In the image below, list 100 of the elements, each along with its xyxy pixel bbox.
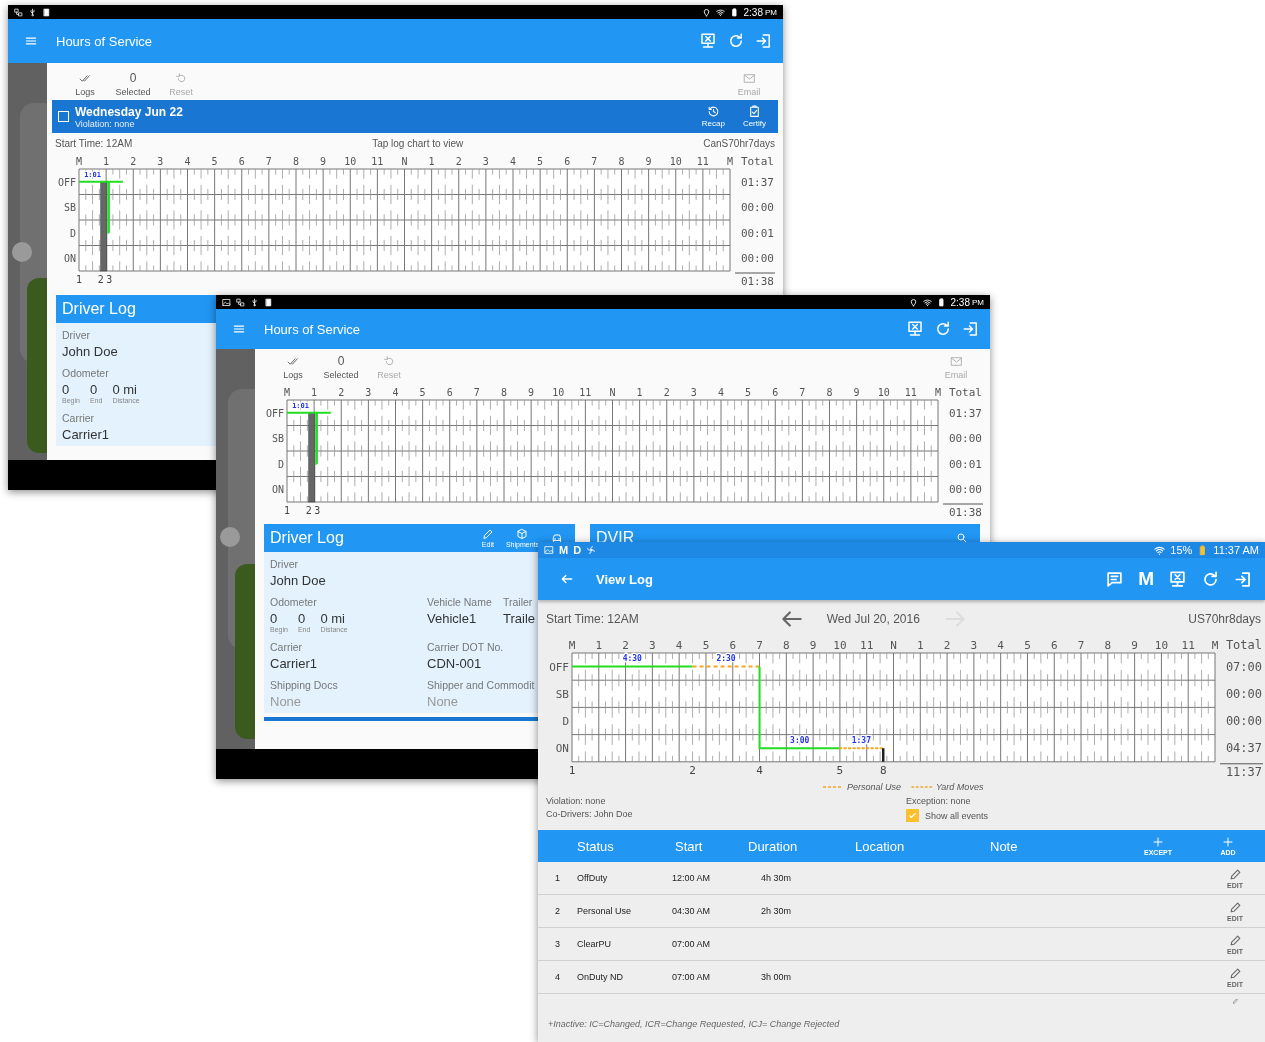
plus-icon	[1152, 836, 1164, 848]
log-grid[interactable]	[571, 652, 1216, 763]
logout-icon	[755, 32, 773, 50]
exception-text: Exception: none	[906, 796, 972, 806]
column-header: Status	[577, 838, 615, 854]
hour-label: 7	[756, 639, 763, 652]
time-meridiem: PM	[972, 297, 984, 307]
history-icon	[706, 105, 720, 118]
refresh-button[interactable]	[934, 320, 952, 338]
duty-status-label: D	[562, 715, 569, 728]
violation-text: Violation: none	[546, 796, 607, 806]
certify-button[interactable]: Certify	[736, 105, 772, 128]
status-letter: M	[559, 544, 569, 556]
hour-label: 5	[211, 156, 218, 167]
status-time: 11:37 AM	[1213, 544, 1259, 556]
hour-label: 2	[943, 639, 951, 652]
envelope-icon	[949, 355, 963, 368]
log-grid[interactable]	[286, 399, 939, 503]
hour-label: 9	[645, 156, 652, 167]
hour-label: M	[1211, 639, 1219, 652]
recap-button[interactable]: Recap	[695, 105, 731, 128]
log-grid[interactable]	[78, 168, 731, 272]
duty-total: 07:00	[1225, 659, 1262, 674]
hour-label: M	[284, 387, 290, 398]
log-day-title: Wednesday Jun 22	[75, 104, 183, 119]
hour-label: 8	[293, 156, 299, 167]
show-all-events-checkbox[interactable]: Show all events	[906, 809, 1265, 822]
log-date: Wed Jul 20, 2016	[826, 612, 920, 626]
field-label: Shipper and Commodit	[427, 679, 535, 691]
duty-status-label: OFF	[549, 660, 569, 674]
field-label: Odometer	[62, 367, 110, 379]
app-title: Hours of Service	[264, 321, 361, 337]
status-time: 2:38	[950, 296, 970, 308]
menu-button[interactable]	[232, 322, 246, 336]
refresh-button[interactable]	[727, 32, 745, 50]
logout-button[interactable]	[1234, 569, 1253, 589]
ruleset-text: US70hr8days	[1188, 612, 1261, 626]
row-number: 2	[554, 906, 561, 916]
duty-total: 01:37	[948, 406, 982, 420]
duty-total: 00:01	[740, 226, 774, 240]
hour-label: 6	[1050, 639, 1058, 652]
segment-duration: 1:37	[851, 735, 871, 745]
duration-cell-text: 4h 30m	[761, 873, 793, 883]
logout-button[interactable]	[962, 320, 980, 338]
hour-label: 1	[636, 387, 643, 398]
status-letter: D	[573, 544, 582, 556]
selected-count-button[interactable]: 0 Selected	[317, 354, 365, 383]
duty-total: 00:00	[1225, 686, 1262, 701]
start-cell-text: 04:30 AM	[672, 906, 712, 916]
hour-label: 3	[970, 639, 978, 652]
hour-label: 4	[184, 156, 191, 167]
column-header: Duration	[748, 838, 799, 854]
hour-label: N	[609, 387, 616, 398]
field-label: Carrier	[270, 641, 304, 653]
message-button[interactable]	[1105, 569, 1125, 589]
hour-label: 4	[510, 156, 516, 167]
hour-label: 10	[552, 387, 565, 398]
segment-duration: 2:30	[716, 654, 736, 663]
duration-cell-text: 3h 00m	[761, 972, 793, 982]
total-header: Total	[740, 155, 774, 168]
log-day-header[interactable]: Wednesday Jun 22 Violation: none Recap Certify	[52, 100, 778, 133]
hour-label: 3	[365, 387, 372, 398]
event-marker: 1	[284, 505, 290, 516]
hour-label: 2	[338, 387, 345, 398]
m-button[interactable]: M	[1138, 568, 1154, 590]
row-number: 1	[554, 873, 561, 883]
logs-button[interactable]: Logs	[269, 355, 317, 383]
app-title: Hours of Service	[56, 33, 153, 49]
field-value: John Doe	[270, 573, 327, 588]
hour-label: N	[401, 156, 408, 167]
hour-label: 7	[473, 387, 480, 398]
logs-button[interactable]: Logs	[61, 72, 109, 100]
legend-label: Personal Use	[847, 782, 902, 792]
grand-total: 01:38	[948, 506, 982, 519]
pencil-icon	[481, 528, 494, 540]
hour-label: 7	[799, 387, 806, 398]
back-button[interactable]	[560, 572, 574, 586]
refresh-button[interactable]	[1201, 569, 1220, 589]
day-checkbox[interactable]	[58, 111, 69, 122]
menu-button[interactable]	[24, 34, 38, 48]
hour-label: 6	[564, 156, 571, 167]
menu-icon	[232, 322, 246, 336]
co-drivers-text: Co-Drivers: John Doe	[546, 809, 634, 821]
pencil-icon	[1228, 900, 1242, 914]
selected-count-button[interactable]: 0 Selected	[109, 71, 157, 100]
duty-status-label: ON	[555, 742, 569, 756]
refresh-icon	[934, 320, 952, 338]
hour-label: 10	[877, 387, 890, 398]
logout-button[interactable]	[755, 32, 773, 50]
message-icon	[1105, 569, 1125, 589]
hour-label: 7	[265, 156, 272, 167]
hour-label: 4	[718, 387, 724, 398]
reset-icon	[382, 355, 396, 368]
field-label: Carrier	[62, 412, 96, 424]
event-marker: 2	[97, 274, 104, 285]
sd-card-icon	[42, 7, 51, 17]
duty-total: 00:00	[740, 252, 774, 266]
field-value: None	[427, 694, 460, 709]
check-icon	[908, 811, 917, 820]
hour-label: M	[76, 156, 82, 167]
